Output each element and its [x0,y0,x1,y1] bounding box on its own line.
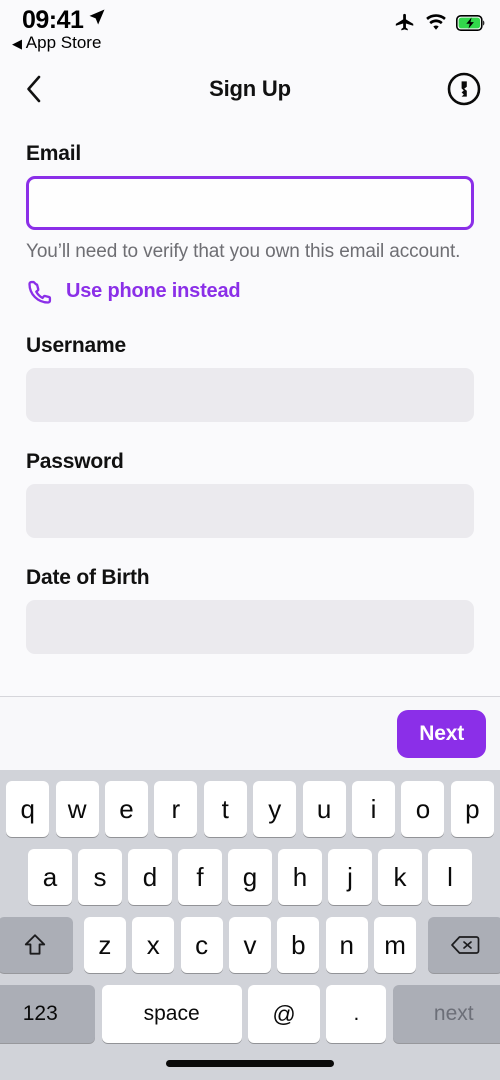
key-u[interactable]: u [302,781,346,837]
battery-charging-icon [456,15,485,31]
use-phone-instead-link[interactable]: Use phone instead [26,278,474,306]
email-field-group: Email You’ll need to verify that you own… [26,142,474,306]
key-r[interactable]: r [154,781,198,837]
username-label: Username [26,333,126,357]
space-key[interactable]: space [101,985,242,1043]
key-f[interactable]: f [178,849,222,905]
date-of-birth-input[interactable] [26,599,474,654]
key-j[interactable]: j [328,849,372,905]
key-n[interactable]: n [325,917,368,973]
key-y[interactable]: y [253,781,297,837]
status-bar: 09:41 ◀ App Store [0,0,500,58]
key-d[interactable]: d [128,849,172,905]
key-l[interactable]: l [428,849,472,905]
key-m[interactable]: m [374,917,417,973]
chevron-left-icon [26,75,40,103]
signup-form: Email You’ll need to verify that you own… [0,120,500,696]
use-phone-instead-label: Use phone instead [66,280,241,303]
home-indicator-area [0,1046,500,1080]
navigation-bar: Sign Up [0,58,500,120]
username-input[interactable] [26,367,474,422]
password-input[interactable] [26,483,474,538]
password-manager-button[interactable] [446,71,482,107]
location-arrow-icon [89,9,105,25]
key-g[interactable]: g [228,849,272,905]
back-triangle-icon: ◀ [12,36,22,51]
username-field-group: Username [26,334,474,422]
password-label: Password [26,449,124,473]
email-label: Email [26,142,82,165]
next-button[interactable]: Next [397,709,486,758]
home-indicator[interactable] [166,1059,334,1067]
password-manager-icon [447,72,481,106]
at-key[interactable]: @ [248,985,320,1043]
email-input[interactable] [26,176,474,230]
status-bar-time: 09:41 [22,6,84,34]
date-of-birth-field-group: Date of Birth [26,566,474,654]
backspace-icon [451,936,480,954]
back-button[interactable] [16,72,50,106]
return-key[interactable]: next [392,985,500,1043]
airplane-mode-icon [395,13,414,31]
key-k[interactable]: k [378,849,422,905]
numbers-key[interactable]: 123 [0,985,96,1043]
period-key[interactable]: . [326,985,387,1043]
return-app-label: App Store [25,33,102,52]
keyboard-row-4: 123 space @ . next [0,985,500,1043]
key-v[interactable]: v [229,917,271,973]
key-p[interactable]: p [450,781,494,837]
status-bar-icons [394,12,486,34]
keyboard-row-1: qwertyuiop [3,781,497,837]
shift-key[interactable] [0,917,73,973]
email-helper-text: You’ll need to verify that you own this … [26,241,461,262]
key-q[interactable]: q [6,781,50,837]
wifi-icon [426,14,446,30]
key-a[interactable]: a [28,849,72,905]
key-e[interactable]: e [104,781,148,837]
key-b[interactable]: b [277,917,320,973]
key-o[interactable]: o [401,781,445,837]
key-x[interactable]: x [132,917,175,973]
return-to-app-store-link[interactable]: ◀ App Store [12,33,101,53]
phone-screen: 09:41 ◀ App Store Sign Up Email You’ll n… [0,0,500,1080]
on-screen-keyboard: qwertyuiop asdfghjkl zxcvbnm 123 space @ [0,770,500,1080]
key-h[interactable]: h [278,849,322,905]
key-s[interactable]: s [78,849,122,905]
phone-icon [28,280,52,304]
key-i[interactable]: i [352,781,396,837]
key-w[interactable]: w [55,781,99,837]
shift-arrow-icon [24,934,46,955]
keyboard-accessory-bar: Next [0,696,500,770]
key-z[interactable]: z [83,917,126,973]
keyboard-row-2: asdfghjkl [3,849,497,905]
page-title: Sign Up [209,76,291,101]
password-field-group: Password [26,450,474,538]
keyboard-row-3: zxcvbnm [0,917,500,973]
key-t[interactable]: t [203,781,247,837]
key-c[interactable]: c [180,917,223,973]
date-of-birth-label: Date of Birth [26,565,150,589]
backspace-key[interactable] [427,917,500,973]
